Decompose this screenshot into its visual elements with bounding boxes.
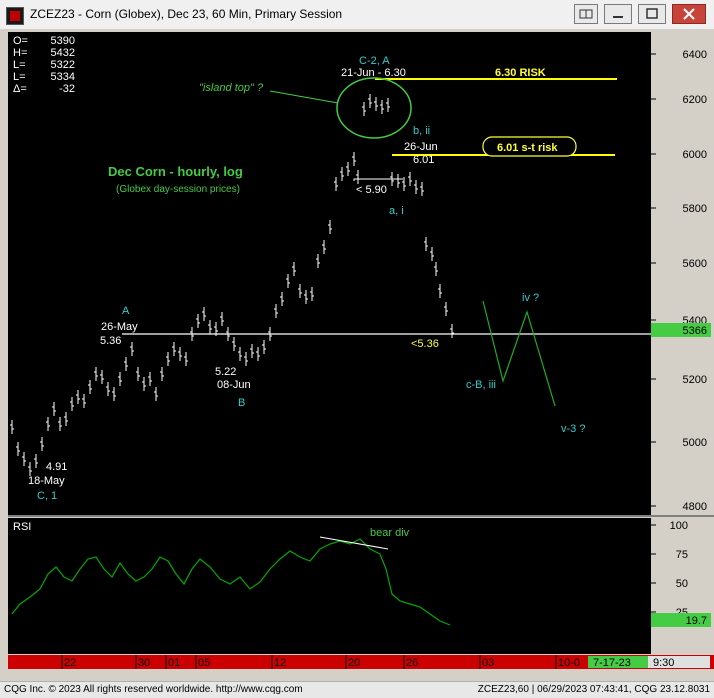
wave-ai-label: a, i [389, 205, 404, 217]
minimize-button[interactable] [604, 4, 632, 24]
ohlc-low-value: 5322 [51, 59, 75, 71]
date-tick-label: 26 [406, 657, 418, 669]
ohlc-high-value: 5432 [51, 47, 75, 59]
price-491-label: 4.91 [46, 461, 67, 473]
ohlc-high-label: H= [13, 47, 27, 59]
price-panel[interactable] [8, 32, 651, 515]
wave-a-label: A [122, 305, 130, 317]
ohlc-close-value: 5334 [51, 71, 75, 83]
cursor-time-label: 9:30 [653, 657, 674, 669]
jun21-label: 21-Jun - 6.30 [341, 67, 406, 79]
cqg-app-icon [6, 7, 24, 25]
ohlc-open-label: O= [13, 35, 28, 47]
wave-c1-label: C, 1 [37, 490, 57, 502]
price-tick-label: 5600 [683, 258, 707, 270]
date-tick-label: 10-0 [558, 657, 580, 669]
bear-div-label: bear div [370, 527, 410, 539]
wave-c2a-label: C-2, A [359, 55, 390, 67]
last-price-label: 5366 [683, 325, 707, 337]
may18-date-label: 18-May [28, 475, 65, 487]
ohlc-change-value: -32 [59, 83, 75, 95]
may26-date-label: 26-May [101, 321, 138, 333]
status-text: ZCEZ23,60 | 06/29/2023 07:43:41, CQG 23.… [477, 684, 710, 695]
risk-630-label: 6.30 RISK [495, 67, 546, 79]
month-jun-label: Jun [168, 641, 186, 653]
price-tick-label: 4800 [683, 501, 707, 513]
date-tick-label: 12 [274, 657, 286, 669]
lt536-label: <5.36 [411, 338, 439, 350]
jun08-date-label: 08-Jun [217, 379, 251, 391]
rsi-label: RSI [13, 521, 31, 533]
window-titlebar: ZCEZ23 - Corn (Globex), Dec 23, 60 Min, … [0, 0, 714, 30]
price-tick-label: 6400 [683, 49, 707, 61]
cursor-date-label: 7-17-23 [593, 657, 631, 669]
jun26-price-label: 6.01 [413, 154, 434, 166]
chart-window[interactable]: O= 5390 H= 5432 L= 5322 L= 5334 Δ= -32 6… [0, 29, 714, 669]
wave-bii-label: b, ii [413, 125, 430, 137]
close-icon [683, 8, 695, 20]
subheading-label: (Globex day-session prices) [116, 184, 240, 195]
tile-windows-button[interactable] [574, 4, 598, 24]
date-tick-label: 20 [348, 657, 360, 669]
price-tick-label: 6200 [683, 94, 707, 106]
close-button[interactable] [672, 4, 706, 24]
price-tick-label: 5000 [683, 437, 707, 449]
ohlc-open-value: 5390 [51, 35, 75, 47]
ohlc-change-label: Δ= [13, 83, 27, 95]
risk-601-label: 6.01 s-t risk [497, 142, 558, 154]
window-title: ZCEZ23 - Corn (Globex), Dec 23, 60 Min, … [30, 7, 343, 21]
wave-b-label: B [238, 397, 245, 409]
may26-price-label: 5.36 [100, 335, 121, 347]
status-footer: CQG Inc. © 2023 All rights reserved worl… [0, 681, 714, 698]
ohlc-close-label: L= [13, 71, 26, 83]
maximize-button[interactable] [638, 4, 666, 24]
tile-icon [579, 9, 593, 19]
date-tick-label: 05 [198, 657, 210, 669]
lt590-label: < 5.90 [356, 184, 387, 196]
rsi-last-label: 19.7 [686, 615, 707, 627]
date-tick-label: 30 [138, 657, 150, 669]
ohlc-low-label: L= [13, 59, 26, 71]
rsi-tick-label: 75 [676, 549, 688, 561]
price-522-label: 5.22 [215, 366, 236, 378]
heading-label: Dec Corn - hourly, log [108, 164, 243, 179]
date-tick-label: 01 [168, 657, 180, 669]
wave-iv-label: iv ? [522, 292, 539, 304]
date-tick-label: 03 [482, 657, 494, 669]
minimize-icon [613, 16, 623, 18]
rsi-tick-label: 100 [670, 520, 688, 532]
wave-cbiii-label: c-B, iii [466, 379, 496, 391]
copyright-text: CQG Inc. © 2023 All rights reserved worl… [4, 684, 303, 695]
jun26-date-label: 26-Jun [404, 141, 438, 153]
price-tick-label: 6000 [683, 149, 707, 161]
island-top-label: "island top" ? [199, 82, 264, 94]
price-tick-label: 5800 [683, 203, 707, 215]
wave-v3-label: v-3 ? [561, 423, 585, 435]
rsi-tick-label: 50 [676, 578, 688, 590]
maximize-icon [646, 8, 658, 19]
date-tick-label: 22 [64, 657, 76, 669]
price-tick-label: 5200 [683, 374, 707, 386]
month-jul-label: Jul [486, 641, 500, 653]
